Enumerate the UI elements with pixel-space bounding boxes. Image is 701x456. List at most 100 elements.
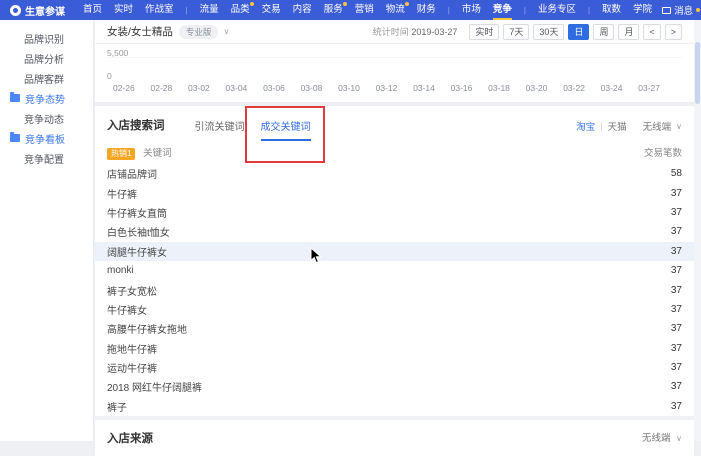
30day-button[interactable]: 30天 — [533, 24, 564, 40]
nav-item-5[interactable]: 品类 — [231, 0, 250, 20]
keyword-tabs: 引流关键词 成交关键词 — [195, 118, 311, 139]
keyword-cell: 店铺品牌词 — [107, 166, 157, 181]
stat-date: 2019-03-27 — [411, 27, 457, 37]
keyword-cell: 拖地牛仔裤 — [107, 341, 157, 356]
table-row[interactable]: 牛仔裤女直筒37 — [95, 203, 694, 222]
value-column-header[interactable]: 交易笔数 — [644, 145, 682, 159]
sidebar-item-1[interactable]: 品牌分析 — [0, 48, 93, 68]
table-row[interactable]: 裤子37 — [95, 397, 694, 416]
channel-separator: | — [600, 121, 602, 132]
value-cell: 58 — [671, 168, 682, 179]
search-words-header: 入店搜索词 引流关键词 成交关键词 淘宝 | 天猫 无线端 ∨ — [95, 106, 694, 140]
nav-item-14[interactable]: 竞争 — [493, 0, 512, 20]
table-row[interactable]: monki37 — [95, 261, 694, 280]
notification-dot-icon — [250, 2, 254, 6]
category-selector[interactable]: 女装/女士精品 — [107, 24, 173, 39]
value-cell: 37 — [671, 207, 682, 218]
tab-deal-keywords[interactable]: 成交关键词 — [261, 122, 311, 141]
nav-item-4[interactable]: 流量 — [200, 0, 219, 20]
granularity-week-button[interactable]: 周 — [593, 24, 614, 40]
rank-badge: 热销1 — [107, 148, 135, 160]
message-label: 消息 — [674, 3, 693, 17]
table-row[interactable]: 牛仔裤37 — [95, 183, 694, 202]
nav-item-8[interactable]: 服务 — [324, 0, 343, 20]
pager-prev-button[interactable]: < — [643, 24, 660, 40]
table-row[interactable]: 运动牛仔裤37 — [95, 358, 694, 377]
channel-tmall[interactable]: 天猫 — [608, 119, 627, 133]
sidebar-item-label: 品牌识别 — [24, 31, 64, 46]
navbar-messages[interactable]: 消息 — [662, 3, 700, 17]
nav-item-13[interactable]: 市场 — [462, 0, 481, 20]
value-cell: 37 — [671, 226, 682, 237]
sidebar-item-3[interactable]: 竞争态势 — [0, 88, 93, 108]
trend-card: 女装/女士精品 专业版 ∨ 统计时间 2019-03-27 实时 7天 30天 … — [95, 20, 694, 102]
table-row[interactable]: 牛仔裤女37 — [95, 300, 694, 319]
7day-button[interactable]: 7天 — [503, 24, 529, 40]
nav-item-10[interactable]: 物流 — [386, 0, 405, 20]
table-row[interactable]: 2018 网红牛仔阔腿裤37 — [95, 377, 694, 396]
table-row[interactable]: 白色长袖t恤女37 — [95, 222, 694, 241]
table-row[interactable]: 高腰牛仔裤女拖地37 — [95, 319, 694, 338]
sidebar-item-4[interactable]: 竞争动态 — [0, 108, 93, 128]
value-cell: 37 — [671, 188, 682, 199]
x-axis-label: 03-08 — [301, 83, 323, 93]
tab-deal-keywords-wrap: 成交关键词 — [261, 118, 311, 139]
filter-bar: 女装/女士精品 专业版 ∨ 统计时间 2019-03-27 实时 7天 30天 … — [95, 20, 694, 44]
pager-next-button[interactable]: > — [665, 24, 682, 40]
nav-divider: | — [588, 6, 590, 15]
store-source-title: 入店来源 — [107, 430, 153, 446]
sidebar-item-0[interactable]: 品牌识别 — [0, 28, 93, 48]
keyword-cell: monki — [107, 265, 134, 276]
x-axis-label: 03-10 — [338, 83, 360, 93]
brand-label: 生意参谋 — [25, 3, 65, 18]
table-row[interactable]: 裤子女宽松37 — [95, 280, 694, 299]
device-select[interactable]: 无线端 — [643, 119, 672, 133]
keyword-cell: 2018 网红牛仔阔腿裤 — [107, 379, 202, 394]
x-axis-label: 03-27 — [638, 83, 660, 93]
sidebar-item-label: 竞争看板 — [25, 131, 65, 146]
nav-item-7[interactable]: 内容 — [293, 0, 312, 20]
granularity-month-button[interactable]: 月 — [618, 24, 639, 40]
keyword-cell: 阔腿牛仔裤女 — [107, 244, 167, 259]
x-axis-label: 03-02 — [188, 83, 210, 93]
channel-taobao[interactable]: 淘宝 — [576, 119, 595, 133]
x-axis-label: 03-04 — [226, 83, 248, 93]
navbar-items: 首页实时作战室|流量品类交易内容服务营销物流财务|市场竞争|业务专区|取数学院 — [83, 0, 652, 20]
keyword-column-header: 关键词 — [143, 148, 172, 159]
sidebar-item-6[interactable]: 竞争配置 — [0, 148, 93, 168]
x-axis-label: 03-20 — [526, 83, 548, 93]
nav-item-19[interactable]: 学院 — [633, 0, 652, 20]
tab-traffic-keywords[interactable]: 引流关键词 — [195, 118, 245, 139]
sidebar-item-2[interactable]: 品牌客群 — [0, 68, 93, 88]
nav-item-11[interactable]: 财务 — [417, 0, 436, 20]
keyword-table: 热销1 关键词 交易笔数 店铺品牌词 58 牛仔裤37牛仔裤女直筒37白色长袖t恤女… — [95, 140, 694, 416]
y-axis-tick-max: 5,500 — [107, 48, 128, 58]
nav-item-18[interactable]: 取数 — [602, 0, 621, 20]
nav-item-9[interactable]: 营销 — [355, 0, 374, 20]
folder-icon — [10, 134, 20, 142]
nav-divider: | — [524, 6, 526, 15]
brand[interactable]: 生意参谋 — [10, 3, 65, 18]
realtime-button[interactable]: 实时 — [469, 24, 499, 40]
brand-logo-icon — [10, 5, 21, 16]
search-words-card: 入店搜索词 引流关键词 成交关键词 淘宝 | 天猫 无线端 ∨ 热销1 — [95, 106, 694, 416]
chevron-down-icon[interactable]: ∨ — [676, 122, 682, 131]
nav-item-2[interactable]: 作战室 — [145, 0, 174, 20]
nav-item-0[interactable]: 首页 — [83, 0, 102, 20]
chevron-down-icon[interactable]: ∨ — [223, 27, 229, 36]
nav-item-16[interactable]: 业务专区 — [538, 0, 576, 20]
top-navbar: 生意参谋 首页实时作战室|流量品类交易内容服务营销物流财务|市场竞争|业务专区|… — [0, 0, 701, 20]
channel-switcher: 淘宝 | 天猫 无线端 ∨ — [576, 119, 682, 133]
nav-item-6[interactable]: 交易 — [262, 0, 281, 20]
store-source-device-select[interactable]: 无线端 ∨ — [642, 430, 682, 444]
table-row[interactable]: 拖地牛仔裤37 — [95, 339, 694, 358]
sidebar-item-label: 竞争配置 — [24, 151, 64, 166]
stat-time: 统计时间 2019-03-27 — [373, 25, 458, 38]
granularity-day-button[interactable]: 日 — [568, 24, 589, 40]
nav-divider: | — [448, 6, 450, 15]
sidebar-item-5[interactable]: 竞争看板 — [0, 128, 93, 148]
scrollbar-thumb[interactable] — [695, 42, 700, 104]
table-row[interactable]: 阔腿牛仔裤女37 — [95, 242, 694, 261]
nav-item-1[interactable]: 实时 — [114, 0, 133, 20]
table-row[interactable]: 店铺品牌词 58 — [95, 164, 694, 183]
